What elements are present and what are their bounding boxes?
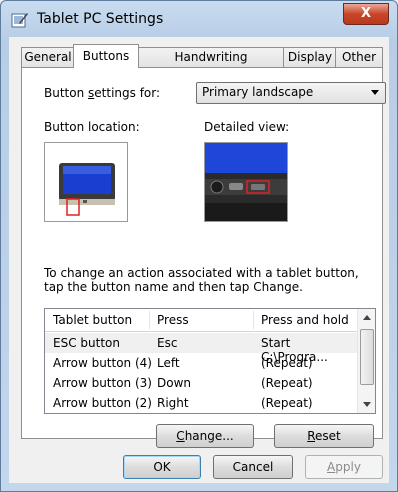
cell-tablet-button: Arrow button (4) — [53, 356, 152, 370]
dropdown-selected-value: Primary landscape — [202, 85, 314, 99]
column-header-press[interactable]: Press — [157, 313, 189, 327]
close-button[interactable]: X — [343, 3, 389, 25]
cell-tablet-button: Arrow button (2) — [53, 396, 152, 410]
tab-general[interactable]: General — [21, 47, 75, 67]
button-settings-for-label: Button settings for: — [44, 86, 161, 100]
tablet-device-image — [59, 163, 115, 216]
reset-button[interactable]: Reset — [274, 424, 374, 448]
button-location-preview — [44, 142, 128, 222]
tablet-pc-settings-window: Tablet PC Settings X General Buttons Han… — [0, 0, 398, 492]
cell-press-and-hold: (Repeat) — [261, 376, 313, 390]
cell-press: Right — [157, 396, 189, 410]
tab-other[interactable]: Other — [335, 47, 383, 67]
tab-display[interactable]: Display — [283, 47, 337, 67]
table-row[interactable]: Arrow button (3) Down (Repeat) — [45, 373, 357, 393]
tab-handwriting-recognition[interactable]: Handwriting Recognition — [137, 47, 285, 83]
tab-strip: General Buttons Handwriting Recognition … — [21, 44, 383, 83]
cell-tablet-button: Arrow button (3) — [53, 376, 152, 390]
scroll-thumb[interactable] — [360, 329, 374, 385]
chevron-down-icon — [371, 90, 379, 95]
change-button[interactable]: Change... — [156, 424, 254, 448]
detailed-view-label: Detailed view: — [204, 120, 290, 134]
button-settings-for-dropdown[interactable]: Primary landscape — [196, 82, 386, 104]
tablet-buttons-list[interactable]: Tablet button Press Press and hold ESC b… — [44, 308, 376, 414]
buttons-tab-panel: Button settings for: Primary landscape B… — [21, 67, 386, 448]
column-divider — [149, 311, 150, 329]
table-row[interactable]: Arrow button (4) Left (Repeat) — [45, 353, 357, 373]
tablet-closeup-image — [205, 143, 287, 221]
cell-tablet-button: ESC button — [53, 336, 120, 350]
list-header: Tablet button Press Press and hold — [45, 309, 357, 332]
column-header-press-and-hold[interactable]: Press and hold — [261, 313, 349, 327]
instruction-text: To change an action associated with a ta… — [44, 266, 359, 294]
list-scrollbar[interactable] — [357, 309, 375, 413]
button-location-label: Button location: — [44, 120, 140, 134]
ok-button[interactable]: OK — [123, 455, 201, 479]
cell-press: Left — [157, 356, 180, 370]
cell-press: Down — [157, 376, 192, 390]
cell-press-and-hold: (Repeat) — [261, 396, 313, 410]
scroll-down-arrow-icon[interactable] — [363, 402, 371, 407]
title-bar[interactable]: Tablet PC Settings X — [1, 1, 397, 37]
scroll-up-arrow-icon[interactable] — [363, 315, 371, 320]
apply-button[interactable]: Apply — [305, 455, 383, 479]
tablet-pen-icon — [11, 13, 28, 28]
table-row[interactable]: Arrow button (2) Right (Repeat) — [45, 393, 357, 413]
cell-press-and-hold: (Repeat) — [261, 356, 313, 370]
dialog-client-area: General Buttons Handwriting Recognition … — [9, 37, 389, 483]
column-divider — [253, 311, 254, 329]
detailed-view-preview — [204, 142, 288, 222]
tab-buttons[interactable]: Buttons — [73, 44, 139, 68]
window-title: Tablet PC Settings — [37, 11, 164, 27]
column-header-tablet-button[interactable]: Tablet button — [53, 313, 132, 327]
cell-press: Esc — [157, 336, 178, 350]
table-row[interactable]: ESC button Esc Start C:\Progra... — [45, 333, 357, 364]
cancel-button[interactable]: Cancel — [213, 455, 293, 479]
